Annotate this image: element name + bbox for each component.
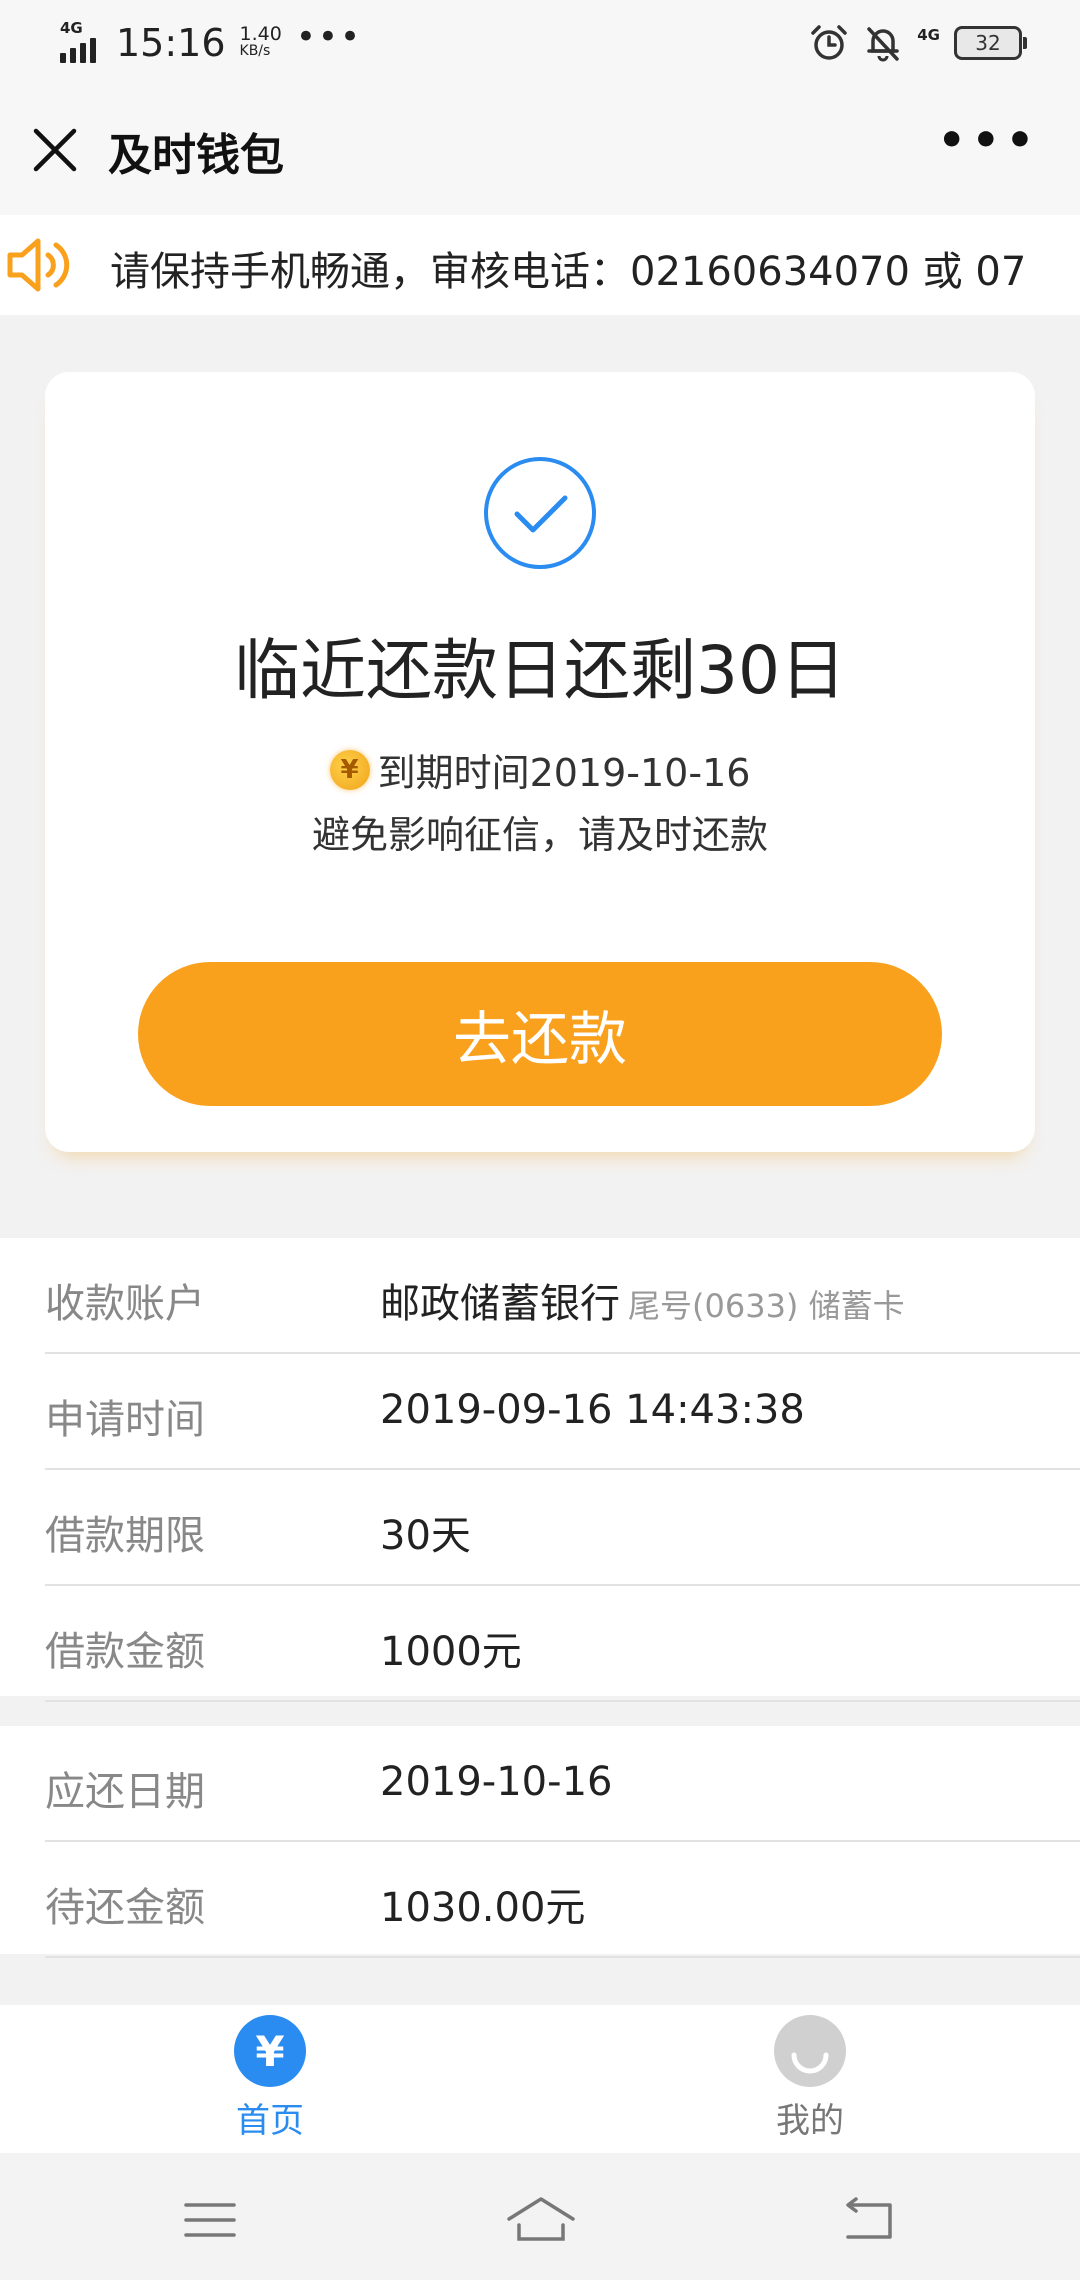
network-speed-unit: KB/s	[239, 43, 271, 59]
info-label: 待还金额	[45, 1885, 205, 1931]
repay-button[interactable]: 去还款	[138, 962, 942, 1106]
info-label: 申请时间	[45, 1397, 205, 1443]
notice-bar: 请保持手机畅通，审核电话：02160634070 或 07	[0, 215, 1080, 315]
bank-name: 邮政储蓄银行	[380, 1281, 620, 1327]
system-nav-bar	[0, 2153, 1080, 2280]
info-value: 2019-10-16	[380, 1759, 613, 1805]
info-value: 2019-09-16 14:43:38	[380, 1387, 805, 1433]
card-suffix: 尾号(0633) 储蓄卡	[628, 1287, 905, 1325]
tab-label: 首页	[236, 2101, 304, 2141]
yen-icon: ¥	[234, 2015, 306, 2087]
battery-level: 32	[975, 31, 1001, 55]
smiley-icon	[774, 2015, 846, 2087]
status-bar: 4G 15:16 1.40 KB/s ••• 4G 32	[0, 0, 1080, 85]
info-value: 1030.00元	[380, 1885, 586, 1931]
repayment-info-section: 应还日期 2019-10-16 待还金额 1030.00元	[0, 1726, 1080, 1958]
countdown-title: 临近还款日还剩30日	[234, 632, 846, 709]
alarm-icon	[809, 23, 849, 63]
tab-label: 我的	[776, 2101, 844, 2141]
info-label: 应还日期	[45, 1769, 205, 1815]
info-value: 1000元	[380, 1629, 522, 1675]
status-time: 15:16	[116, 21, 226, 65]
check-circle-icon	[483, 456, 597, 570]
info-label: 收款账户	[45, 1281, 205, 1327]
info-row-due-date: 应还日期 2019-10-16	[45, 1726, 1080, 1842]
info-row-account: 收款账户 邮政储蓄银行 尾号(0633) 储蓄卡	[45, 1238, 1080, 1354]
signal-icon: 4G	[60, 19, 106, 63]
info-row-term: 借款期限 30天	[45, 1470, 1080, 1586]
status-more-icon: •••	[295, 17, 362, 57]
due-time-text: 到期时间2019-10-16	[377, 751, 751, 795]
network-type-label: 4G	[60, 19, 83, 37]
coin-icon: ¥	[329, 749, 370, 790]
speaker-icon	[6, 235, 76, 295]
credit-tip: 避免影响征信，请及时还款	[311, 813, 768, 857]
info-row-amount: 借款金额 1000元	[45, 1586, 1080, 1702]
network-speed-value: 1.40	[239, 23, 282, 45]
info-label: 借款期限	[45, 1513, 205, 1559]
tab-mine[interactable]: 我的	[710, 2015, 910, 2142]
mute-bell-icon	[863, 23, 903, 63]
loan-info-section: 收款账户 邮政储蓄银行 尾号(0633) 储蓄卡 申请时间 2019-09-16 …	[0, 1238, 1080, 1702]
page-title: 及时钱包	[108, 130, 284, 181]
info-value-account: 邮政储蓄银行 尾号(0633) 储蓄卡	[380, 1271, 905, 1329]
repayment-card: 临近还款日还剩30日 ¥ 到期时间2019-10-16 避免影响征信，请及时还款…	[45, 372, 1035, 1152]
info-row-pending-amount: 待还金额 1030.00元	[45, 1842, 1080, 1958]
bottom-tab-bar: ¥ 首页 我的	[0, 2005, 1080, 2153]
title-bar: 及时钱包 •••	[0, 85, 1080, 215]
menu-icon[interactable]	[180, 2195, 240, 2245]
battery-icon: 32	[954, 26, 1027, 60]
home-icon[interactable]	[505, 2195, 577, 2245]
due-time-line: ¥ 到期时间2019-10-16	[45, 742, 1035, 797]
info-label: 借款金额	[45, 1629, 205, 1675]
notice-text: 请保持手机畅通，审核电话：02160634070 或 07	[110, 249, 1027, 295]
info-value: 30天	[380, 1513, 471, 1559]
back-icon[interactable]	[838, 2195, 898, 2245]
more-menu-button[interactable]: •••	[938, 115, 1040, 166]
network-speed: 1.40 KB/s	[239, 23, 282, 60]
info-row-apply-time: 申请时间 2019-09-16 14:43:38	[45, 1354, 1080, 1470]
tab-home[interactable]: ¥ 首页	[170, 2015, 370, 2142]
close-icon[interactable]	[30, 125, 80, 175]
network-type-label-right: 4G	[917, 26, 940, 44]
